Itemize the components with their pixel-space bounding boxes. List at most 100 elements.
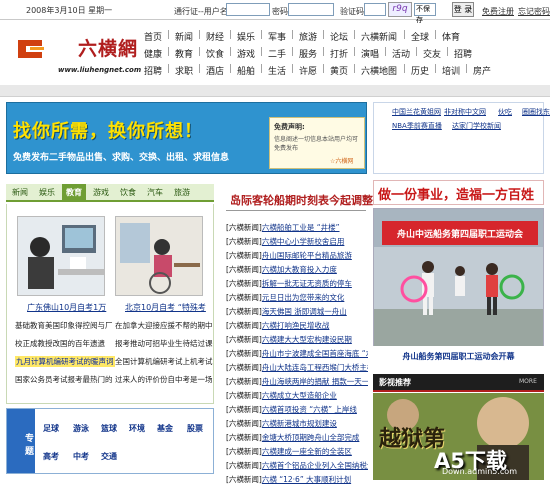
nav-link[interactable]: 交友 [423,47,441,60]
partner-link[interactable]: 达家门学校新闻 [452,121,501,131]
nav-link[interactable]: 教育 [175,47,193,60]
nav-link[interactable]: 船舶 [237,64,255,77]
news-title[interactable]: 拆解一批无证无资质的停车 [262,279,352,288]
news-row[interactable]: [六横新闻]六横首个铝品企业列入全国纳税企业 [226,460,368,471]
news-row[interactable]: [六横新闻]六横首项投资 “六横” 上岸线 [226,404,368,415]
nav-link[interactable]: 求职 [175,64,193,77]
register-link[interactable]: 免费注册 [482,6,514,17]
news-title[interactable]: 六横打响渔民增收战 [262,321,330,330]
news-category[interactable]: [六横新闻] [226,293,262,302]
tab-1[interactable]: 娱乐 [39,187,55,198]
nav-link[interactable]: 军事 [268,30,286,43]
more-link[interactable]: MORE [519,378,537,385]
news-row[interactable]: [六横新闻]六横加大教育投入力度 [226,264,368,275]
nav-link[interactable]: 招聘 [144,64,162,77]
nav-link[interactable]: 首页 [144,30,162,43]
news-category[interactable]: [六横新闻] [226,433,262,442]
news-title[interactable]: 六横建成一座全新的全装区 [262,447,352,456]
news-title[interactable]: 六横新港城市规划建设 [262,419,337,428]
news-category[interactable]: [六横新闻] [226,461,262,470]
secondhand-banner[interactable]: 找你所需，换你所想！ 免费发布二手物品出售、求购、交换、出租、求租信息 免费声明… [6,102,367,174]
news-title[interactable]: 六横首项投资 “六横” 上岸线 [262,405,357,414]
news-category[interactable]: [六横新闻] [226,363,262,372]
edu-link[interactable]: 基础教育美国印象得控阅与厂 [15,320,113,331]
news-category[interactable]: [六横新闻] [226,447,262,456]
news-row[interactable]: [六横新闻]六横建大大型宏构建设民期 [226,334,368,345]
captcha-image[interactable]: r9q [388,2,412,17]
news-row[interactable]: [六横新闻]六横成立大型造船企业 [226,390,368,401]
nav-link[interactable]: 演唱 [361,47,379,60]
news-title[interactable]: 元旦日出为您带来的文化 [262,293,345,302]
login-button[interactable]: 登 录 [452,2,474,17]
edu-link[interactable]: 国家公务员考试报考最热门的 [15,374,113,385]
news-title[interactable]: 六横首个铝品企业列入全国纳税企业 [262,461,368,470]
tab-3[interactable]: 游戏 [93,187,109,198]
edu-link[interactable]: 全国计算机编研考试上机考试 [115,356,213,367]
news-category[interactable]: [六横新闻] [226,251,262,260]
nav-link[interactable]: 活动 [392,47,410,60]
news-title[interactable]: 金塘大桥顶期跨舟山全部完成 [262,433,360,442]
edu-link[interactable]: 过来人的评价份自中考是一场 [115,374,213,385]
nav-link[interactable]: 二手 [268,47,286,60]
partner-link[interactable]: 中国兰花黄姐网 [392,107,441,117]
nav-link[interactable]: 生活 [268,64,286,77]
news-row[interactable]: [六横新闻]舟山大陆连岛工程西堠门大桥主桥 [226,362,368,373]
nav-link[interactable]: 服务 [299,47,317,60]
nav-link[interactable]: 论坛 [330,30,348,43]
topic-link[interactable]: 股票 [187,423,203,434]
career-ad-header[interactable]: 做一份事业，造福一方百姓 [373,180,544,205]
password-input[interactable] [288,3,334,16]
exam-photo-2[interactable] [115,216,203,296]
edu-link[interactable]: 在加拿大迎接应援不帮的期中 [115,320,213,331]
news-category[interactable]: [六横新闻] [226,223,262,232]
news-row[interactable]: [六横新闻]金塘大桥顶期跨舟山全部完成 [226,432,368,443]
nav-link[interactable]: 健康 [144,47,162,60]
news-category[interactable]: [六横新闻] [226,265,262,274]
news-row[interactable]: [六横新闻]六横建成一座全新的全装区 [226,446,368,457]
news-title[interactable]: 舟山市宁波建成全国首座海底 “水库” [262,349,368,358]
news-category[interactable]: [六横新闻] [226,419,262,428]
nav-link[interactable]: 六横地图 [361,64,397,77]
news-category[interactable]: [六横新闻] [226,307,262,316]
tab-5[interactable]: 汽车 [147,187,163,198]
news-category[interactable]: [六横新闻] [226,335,262,344]
nav-link[interactable]: 娱乐 [237,30,255,43]
news-row[interactable]: [六横新闻]六横中心小学新校舍启用 [226,236,368,247]
nav-link[interactable]: 许愿 [299,64,317,77]
topic-link[interactable]: 基金 [157,423,173,434]
news-row[interactable]: [六横新闻]舟山国际邮轮平台精品旅游 [226,250,368,261]
news-title[interactable]: 六横加大教育投入力度 [262,265,337,274]
news-row[interactable]: [六横新闻]拆解一批无证无资质的停车 [226,278,368,289]
news-category[interactable]: [六横新闻] [226,279,262,288]
news-title[interactable]: 舟山国际邮轮平台精品旅游 [262,251,352,260]
news-title[interactable]: 六横中心小学新校舍启用 [262,237,345,246]
topic-link[interactable]: 高考 [43,451,59,462]
nav-link[interactable]: 新闻 [175,30,193,43]
news-row[interactable]: [六横新闻]六横打响渔民增收战 [226,320,368,331]
username-input[interactable] [226,3,270,16]
news-title[interactable]: 六横船舶工业是 “井楼” [262,223,340,232]
nav-link[interactable]: 体育 [442,30,460,43]
photo-caption-2[interactable]: 北京10月自考 “特殊考 [125,302,206,313]
partner-link[interactable]: NBA季前赛直播 [392,121,442,131]
topic-link[interactable]: 足球 [43,423,59,434]
photo-caption-1[interactable]: 广东佛山10月自考1万 [27,302,106,313]
news-category[interactable]: [六横新闻] [226,237,262,246]
site-logo[interactable]: 六横網 www.liuhengnet.com [14,30,141,80]
photo-caption-link[interactable]: 舟山船务第四届职工运动会开幕 [373,346,544,368]
partner-link[interactable]: 非对称中文网 [444,107,486,117]
topic-link[interactable]: 篮球 [101,423,117,434]
nav-link[interactable]: 游戏 [237,47,255,60]
tab-6[interactable]: 旅游 [174,187,190,198]
nav-link[interactable]: 旅游 [299,30,317,43]
nav-link[interactable]: 酒店 [206,64,224,77]
news-row[interactable]: [六横新闻]舟山市宁波建成全国首座海底 “水库” [226,348,368,359]
forgot-password-link[interactable]: 忘记密码 [518,6,550,17]
topic-link[interactable]: 交通 [101,451,117,462]
nav-link[interactable]: 培训 [442,64,460,77]
nav-link[interactable]: 饮食 [206,47,224,60]
sports-meeting-photo[interactable]: 舟山中远船务第四届职工运动会 [373,208,544,368]
news-row[interactable]: [六横新闻]舟山海峡两岸的捐献 捐款一天一次 [226,376,368,387]
news-category[interactable]: [六横新闻] [226,321,262,330]
remember-select[interactable]: 不保存 [414,3,436,24]
